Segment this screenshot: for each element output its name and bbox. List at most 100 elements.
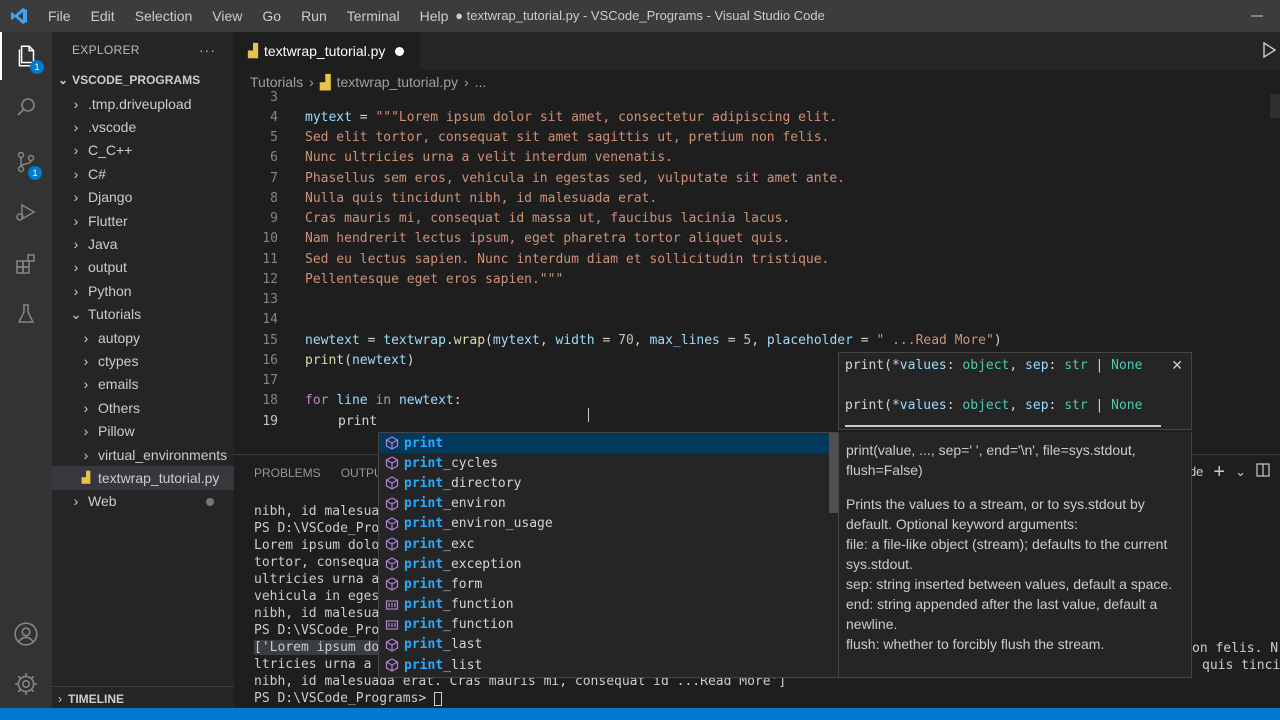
- code-line: 13: [262, 292, 278, 307]
- chevron-down-icon: ⌄: [70, 305, 82, 322]
- chevron-right-icon: ›: [73, 493, 79, 510]
- signature-line: print(*values: object, sep: str | None: [845, 358, 1143, 373]
- account-icon[interactable]: [0, 610, 52, 658]
- search-icon[interactable]: [0, 84, 52, 132]
- settings-gear-icon[interactable]: [0, 660, 52, 708]
- explorer-header: EXPLORER ···: [52, 32, 234, 68]
- folder-item[interactable]: › Web: [52, 490, 234, 513]
- folder-item[interactable]: › C_C++: [52, 139, 234, 162]
- suggestion-item[interactable]: print _exc: [379, 534, 839, 554]
- docs-signature: print(value, ..., sep=' ', end='\n', fil…: [846, 442, 1136, 478]
- unsaved-dot-icon[interactable]: [395, 47, 404, 56]
- code-line: 3: [270, 90, 278, 105]
- suggestion-item[interactable]: print _environ_usage: [379, 514, 839, 534]
- suggestion-match: print: [404, 576, 444, 592]
- terminal-cursor: [434, 691, 443, 706]
- folder-item[interactable]: › output: [52, 256, 234, 279]
- activity-bar: 1 1: [0, 32, 52, 708]
- menu-edit[interactable]: Edit: [81, 0, 125, 32]
- suggestion-item[interactable]: print _environ: [379, 494, 839, 514]
- module-icon: [383, 436, 401, 450]
- folder-item[interactable]: › virtual_environments: [52, 443, 234, 466]
- files-icon[interactable]: 1: [0, 32, 52, 80]
- module-icon: [383, 517, 401, 531]
- folder-item[interactable]: › .tmp.driveupload: [52, 92, 234, 115]
- extensions-icon[interactable]: [0, 240, 52, 288]
- chevron-right-icon: ›: [73, 189, 79, 206]
- minimap-slider[interactable]: [1270, 94, 1280, 118]
- chevron-right-icon: ›: [83, 446, 89, 463]
- docs-param-flush: flush: whether to forcibly flush the str…: [846, 636, 1105, 652]
- suggestion-item[interactable]: print _last: [379, 635, 839, 655]
- menu-help[interactable]: Help: [410, 0, 459, 32]
- suggestion-match: print: [404, 657, 444, 673]
- menu-run[interactable]: Run: [291, 0, 337, 32]
- new-terminal-icon[interactable]: +: [1213, 462, 1225, 482]
- suggestion-item[interactable]: print _function: [379, 615, 839, 635]
- folder-item[interactable]: ⌄ Tutorials: [52, 303, 234, 326]
- menu-view[interactable]: View: [202, 0, 252, 32]
- suggestion-rest: _form: [443, 576, 483, 592]
- menu-selection[interactable]: Selection: [125, 0, 203, 32]
- suggestion-item[interactable]: print _form: [379, 574, 839, 594]
- module-icon: [383, 476, 401, 491]
- file-tree: › .tmp.driveupload › .vscode › C_C++ › C# › Djang…: [52, 92, 234, 513]
- tree-item-label: C#: [88, 165, 106, 182]
- docs-param-file: file: a file-like object (stream); defau…: [846, 536, 1168, 572]
- workspace-name: VSCODE_PROGRAMS: [72, 73, 201, 87]
- suggestion-match: print: [404, 455, 444, 471]
- suggestion-match: print: [404, 617, 444, 633]
- suggestion-docs: print(value, ..., sep=' ', end='\n', fil…: [838, 432, 1192, 678]
- module-icon: [383, 577, 401, 592]
- timeline-section[interactable]: › TIMELINE: [52, 686, 234, 710]
- tree-item-label: Web: [88, 493, 117, 510]
- suggestion-match: print: [404, 556, 444, 572]
- modified-dot-icon: [206, 497, 214, 506]
- autocomplete-list[interactable]: print print _cycles print _directory print _en…: [378, 432, 840, 678]
- source-control-icon[interactable]: 1: [0, 138, 52, 186]
- suggestion-rest: _exception: [443, 556, 522, 572]
- menu-terminal[interactable]: Terminal: [337, 0, 410, 32]
- folder-item[interactable]: › Others: [52, 396, 234, 419]
- folder-item[interactable]: › Java: [52, 232, 234, 255]
- run-file-icon[interactable]: [1262, 41, 1277, 61]
- suggestion-rest: _exc: [443, 536, 475, 552]
- timeline-title: TIMELINE: [68, 691, 124, 706]
- testing-icon[interactable]: [0, 290, 52, 338]
- tab-problems[interactable]: PROBLEMS: [254, 466, 321, 480]
- minimize-icon[interactable]: [1234, 0, 1280, 32]
- chevron-right-icon: ›: [83, 352, 89, 369]
- folder-item[interactable]: › Pillow: [52, 419, 234, 442]
- suggestion-item[interactable]: print: [379, 433, 839, 454]
- workspace-section[interactable]: ⌄ VSCODE_PROGRAMS: [52, 68, 234, 92]
- folder-item[interactable]: › Django: [52, 186, 234, 209]
- suggestion-item[interactable]: print _directory: [379, 473, 839, 493]
- tab-textwrap-tutorial[interactable]: ▟ textwrap_tutorial.py: [234, 32, 420, 70]
- suggestion-item[interactable]: print _function: [379, 595, 839, 615]
- module-icon: [383, 537, 401, 551]
- docs-param-end: end: string appended after the last valu…: [846, 596, 1158, 632]
- suggestion-item[interactable]: print _exception: [379, 554, 839, 574]
- folder-item[interactable]: › C#: [52, 162, 234, 185]
- suggestion-item[interactable]: print _cycles: [379, 453, 839, 473]
- suggestion-item[interactable]: print _list: [379, 655, 839, 675]
- folder-item[interactable]: › Flutter: [52, 209, 234, 232]
- more-actions-icon[interactable]: ···: [199, 42, 216, 58]
- folder-item[interactable]: › emails: [52, 373, 234, 396]
- split-terminal-icon[interactable]: [1256, 463, 1270, 480]
- chevron-down-icon[interactable]: ⌄: [1235, 464, 1246, 480]
- folder-item[interactable]: › autopy: [52, 326, 234, 349]
- folder-item[interactable]: › ctypes: [52, 349, 234, 372]
- file-item[interactable]: ▟ textwrap_tutorial.py: [52, 466, 234, 490]
- code-line: 8 Nulla quis tincidunt nibh, id malesuada…: [270, 191, 658, 206]
- folder-item[interactable]: › Python: [52, 279, 234, 302]
- close-icon[interactable]: ✕: [1171, 358, 1183, 374]
- menu-go[interactable]: Go: [252, 0, 291, 32]
- run-debug-icon[interactable]: [0, 188, 52, 236]
- chevron-right-icon: ›: [83, 423, 89, 440]
- menu-file[interactable]: File: [38, 0, 81, 32]
- signature-line: print(*values: object, sep: str | None: [845, 398, 1143, 413]
- folder-item[interactable]: › .vscode: [52, 115, 234, 138]
- explorer-badge: 1: [30, 60, 44, 74]
- docs-description: Prints the values to a stream, or to sys…: [846, 496, 1145, 532]
